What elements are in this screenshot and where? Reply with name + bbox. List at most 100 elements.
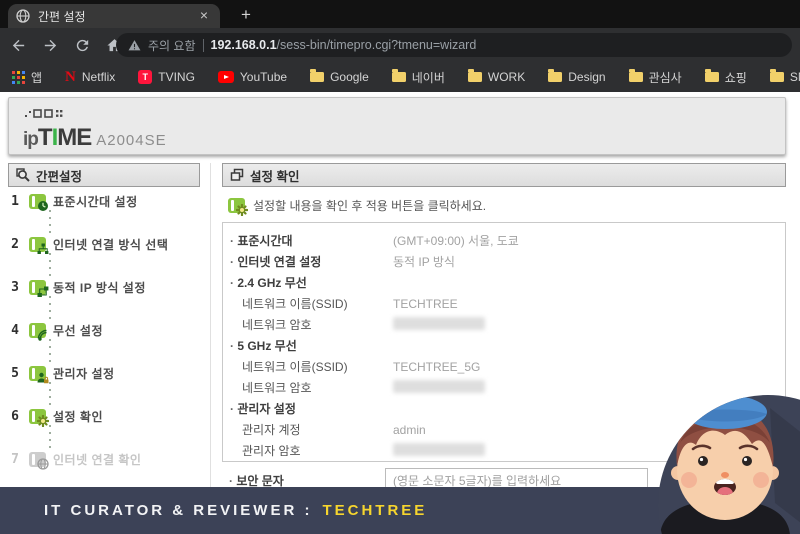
- step-connector: [49, 253, 51, 278]
- globe-icon: [29, 451, 49, 470]
- bookmark-label: 앱: [31, 70, 43, 85]
- admin-lock-icon: [29, 365, 49, 383]
- iptime-header-box: ip T I ME A2004SE: [8, 97, 786, 155]
- step-connector: [49, 210, 51, 235]
- setting-label: 네트워크 이름(SSID): [242, 297, 348, 311]
- confirm-gear-icon: [29, 408, 49, 427]
- url-divider: [202, 38, 204, 52]
- browser-tab-bar: 간편 설정 × +: [0, 0, 800, 28]
- url-path: /sess-bin/timepro.cgi?tmenu=wizard: [276, 38, 477, 52]
- new-tab-button[interactable]: +: [234, 4, 258, 26]
- router-model: A2004SE: [96, 132, 167, 149]
- address-bar[interactable]: 주의 요함 192.168.0.1/sess-bin/timepro.cgi?t…: [116, 33, 792, 57]
- url-host: 192.168.0.1: [210, 38, 277, 52]
- iptime-logo: ip T I ME A2004SE: [23, 124, 167, 152]
- url-text: 192.168.0.1/sess-bin/timepro.cgi?tmenu=w…: [211, 36, 477, 54]
- iptime-logo-dots-icon: [25, 109, 63, 118]
- bookmark-folder-interests[interactable]: 관심사: [628, 69, 682, 86]
- step-connector: [49, 296, 51, 321]
- blurred-password: [393, 379, 485, 393]
- instruction-row: 설정할 내용을 확인 후 적용 버튼을 클릭하세요.: [228, 197, 487, 216]
- reload-icon: [76, 39, 88, 51]
- bookmark-netflix[interactable]: N Netflix: [65, 70, 116, 85]
- bookmark-folder-naver[interactable]: 네이버: [391, 69, 445, 86]
- setting-value: (GMT+09:00) 서울, 도쿄: [393, 234, 519, 248]
- step-label: 무선 설정: [53, 323, 103, 338]
- masked-value: [393, 442, 485, 459]
- bookmark-folder-work[interactable]: WORK: [467, 69, 525, 84]
- browser-tab[interactable]: 간편 설정 ×: [8, 4, 220, 28]
- bookmark-label: SNS: [789, 70, 800, 84]
- bookmark-label: 네이버: [411, 70, 445, 85]
- bookmark-apps[interactable]: 앱: [12, 69, 42, 86]
- main-panel-title: 설정 확인: [250, 169, 300, 184]
- youtube-icon: [217, 71, 234, 83]
- setting-label: 관리자 설정: [230, 400, 296, 417]
- bookmark-label: TVING: [158, 70, 195, 84]
- masked-value: [393, 316, 485, 333]
- tving-icon: T: [138, 70, 153, 84]
- bookmark-label: Netflix: [81, 70, 116, 84]
- wizard-steps: 1 표준시간대 설정 2 인터넷 연결 방식 선택 3 동적 IP 방식 설정 …: [8, 192, 203, 470]
- bookmark-label: 쇼핑: [724, 70, 747, 85]
- folder-icon: [391, 69, 406, 82]
- step-label: 동적 IP 방식 설정: [53, 280, 146, 295]
- tab-favicon-globe-icon: [16, 9, 30, 23]
- bookmark-folder-sns[interactable]: SNS: [769, 69, 800, 84]
- network-icon: [29, 236, 49, 254]
- step-label: 표준시간대 설정: [53, 194, 138, 209]
- setting-label: 5 GHz 무선: [230, 337, 296, 354]
- step-admin[interactable]: 5 관리자 설정: [8, 364, 203, 383]
- logo-t: T: [37, 124, 53, 151]
- wifi-icon: [29, 322, 47, 341]
- step-number: 2: [11, 236, 19, 252]
- bookmark-youtube[interactable]: YouTube: [217, 70, 288, 84]
- setting-row-ssid-24: 네트워크 이름(SSID) TECHTREE: [223, 293, 785, 314]
- tab-close-icon[interactable]: ×: [196, 8, 212, 24]
- bookmark-label: Design: [568, 70, 606, 84]
- step-wireless[interactable]: 4 무선 설정: [8, 321, 203, 341]
- setting-label: 관리자 암호: [242, 444, 301, 458]
- dynamic-ip-icon: [29, 279, 49, 297]
- setting-row-internet: 인터넷 연결 설정 동적 IP 방식: [223, 251, 785, 272]
- panel-divider: [210, 163, 211, 493]
- folder-icon: [769, 69, 784, 82]
- step-label: 관리자 설정: [53, 366, 115, 381]
- back-arrow-icon: [12, 39, 24, 51]
- bookmark-label: YouTube: [239, 70, 288, 84]
- step-internet-check[interactable]: 7 인터넷 연결 확인: [8, 450, 203, 470]
- setting-label: 관리자 계정: [242, 423, 301, 437]
- forward-button[interactable]: [36, 31, 64, 59]
- setting-row-ssid-5: 네트워크 이름(SSID) TECHTREE_5G: [223, 356, 785, 377]
- bookmark-folder-design[interactable]: Design: [548, 69, 606, 84]
- step-confirm[interactable]: 6 설정 확인: [8, 407, 203, 427]
- setting-label: 표준시간대: [230, 232, 292, 249]
- folder-icon: [704, 69, 719, 82]
- logo-me: ME: [57, 124, 92, 151]
- banner-brand-text: TECHTREE: [322, 502, 428, 519]
- step-number: 3: [11, 279, 19, 295]
- setting-value: admin: [393, 422, 426, 437]
- step-label: 설정 확인: [53, 409, 103, 424]
- forward-arrow-icon: [44, 39, 56, 51]
- back-button[interactable]: [4, 31, 32, 59]
- step-connector: [49, 382, 51, 407]
- main-panel-header: 설정 확인: [222, 163, 786, 187]
- folder-icon: [310, 69, 325, 82]
- instruction-text: 설정할 내용을 확인 후 적용 버튼을 클릭하세요.: [253, 199, 487, 213]
- bookmark-label: Google: [330, 70, 369, 84]
- confirm-gear-icon: [228, 198, 248, 216]
- bookmark-folder-google[interactable]: Google: [310, 69, 369, 84]
- bookmark-folder-shopping[interactable]: 쇼핑: [704, 69, 747, 86]
- setting-label: 네트워크 이름(SSID): [242, 360, 348, 374]
- setting-row-24ghz: 2.4 GHz 무선: [223, 272, 785, 293]
- step-label: 인터넷 연결 방식 선택: [53, 237, 169, 252]
- reload-button[interactable]: [68, 31, 96, 59]
- logo-ip: ip: [23, 129, 39, 150]
- step-internet-type[interactable]: 2 인터넷 연결 방식 선택: [8, 235, 203, 254]
- step-dynamic-ip[interactable]: 3 동적 IP 방식 설정: [8, 278, 203, 297]
- sidebar-title: 간편설정: [36, 169, 83, 184]
- setting-value: TECHTREE: [393, 296, 458, 311]
- step-timezone[interactable]: 1 표준시간대 설정: [8, 192, 203, 211]
- bookmark-tving[interactable]: T TVING: [138, 70, 195, 84]
